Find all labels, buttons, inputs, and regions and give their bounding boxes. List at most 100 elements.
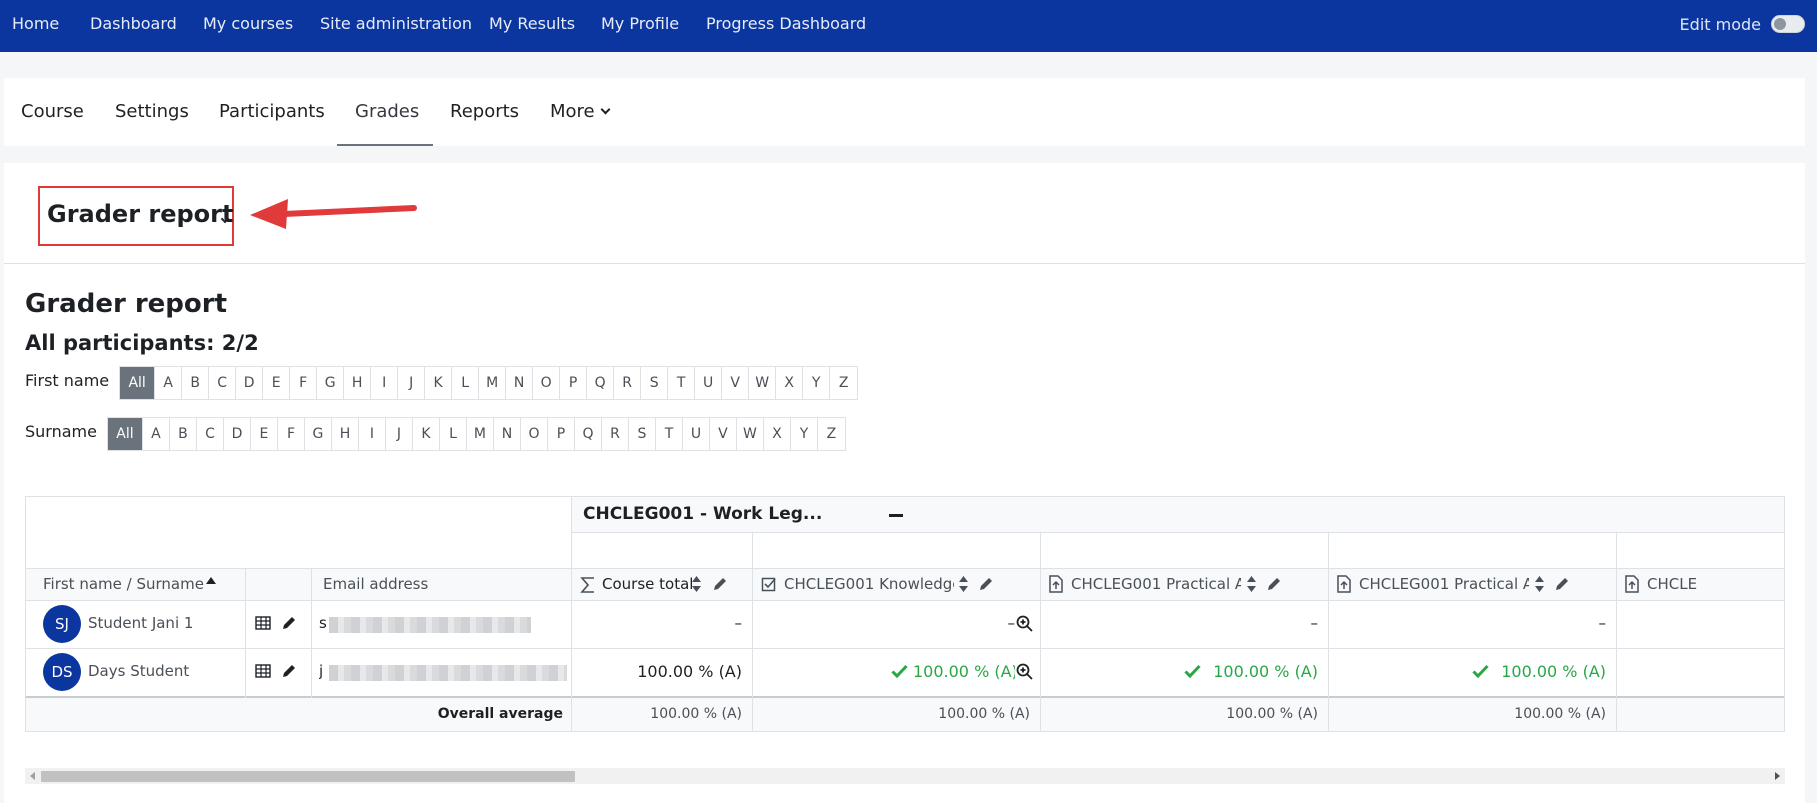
firstname-filter-s[interactable]: S	[641, 367, 669, 399]
nav-home[interactable]: Home	[12, 0, 59, 48]
grade-practical-2[interactable]: 100.00 % (A)	[1494, 662, 1606, 681]
firstname-filter-u[interactable]: U	[695, 367, 723, 399]
surname-filter-y[interactable]: Y	[791, 418, 818, 450]
surname-filter-u[interactable]: U	[683, 418, 710, 450]
firstname-filter-c[interactable]: C	[209, 367, 237, 399]
edit-icon[interactable]	[281, 615, 297, 631]
surname-filter-v[interactable]: V	[710, 418, 737, 450]
firstname-filter-e[interactable]: E	[263, 367, 291, 399]
avatar[interactable]: DS	[43, 653, 81, 691]
firstname-filter-x[interactable]: X	[776, 367, 804, 399]
sort-icon[interactable]	[691, 575, 702, 593]
grade-practical-2[interactable]: –	[1328, 614, 1607, 632]
edit-icon[interactable]	[978, 576, 994, 592]
zoom-in-icon[interactable]	[1016, 615, 1033, 632]
grade-course-total[interactable]: –	[571, 614, 743, 632]
grade-knowledge[interactable]: –	[752, 614, 1016, 632]
column-header-email[interactable]: Email address	[323, 575, 428, 593]
firstname-filter-r[interactable]: R	[614, 367, 642, 399]
nav-my-courses[interactable]: My courses	[203, 0, 293, 48]
sort-icon[interactable]	[1534, 575, 1545, 593]
firstname-filter-p[interactable]: P	[560, 367, 588, 399]
column-header-name[interactable]: First name / Surname	[43, 575, 204, 593]
column-header-practical-2[interactable]: CHCLEG001 Practical Ass...	[1359, 575, 1529, 593]
nav-site-administration[interactable]: Site administration	[320, 0, 472, 48]
surname-filter-x[interactable]: X	[764, 418, 791, 450]
surname-filter-t[interactable]: T	[656, 418, 683, 450]
surname-filter-l[interactable]: L	[440, 418, 467, 450]
sort-icon[interactable]	[958, 575, 969, 593]
firstname-filter-o[interactable]: O	[533, 367, 561, 399]
firstname-filter-l[interactable]: L	[452, 367, 480, 399]
surname-filter-c[interactable]: C	[197, 418, 224, 450]
nav-my-profile[interactable]: My Profile	[601, 0, 679, 48]
avatar[interactable]: SJ	[43, 605, 81, 643]
surname-filter-w[interactable]: W	[737, 418, 764, 450]
firstname-filter-w[interactable]: W	[749, 367, 777, 399]
surname-filter-n[interactable]: N	[494, 418, 521, 450]
surname-filter-s[interactable]: S	[629, 418, 656, 450]
column-header-knowledge[interactable]: CHCLEG001 Knowledge A...	[784, 575, 954, 593]
firstname-filter-h[interactable]: H	[344, 367, 372, 399]
firstname-filter-v[interactable]: V	[722, 367, 750, 399]
firstname-filter-f[interactable]: F	[290, 367, 318, 399]
table-icon[interactable]	[255, 616, 271, 630]
firstname-filter-i[interactable]: I	[371, 367, 399, 399]
surname-filter-all[interactable]: All	[107, 418, 143, 450]
column-header-practical-1[interactable]: CHCLEG001 Practical Ass...	[1071, 575, 1241, 593]
column-header-truncated[interactable]: CHCLE	[1647, 575, 1697, 593]
tab-grades[interactable]: Grades	[337, 78, 433, 146]
surname-filter-i[interactable]: I	[359, 418, 386, 450]
surname-filter-m[interactable]: M	[467, 418, 494, 450]
surname-filter-r[interactable]: R	[602, 418, 629, 450]
grade-practical-1[interactable]: –	[1040, 614, 1319, 632]
edit-mode-toggle[interactable]	[1771, 15, 1805, 33]
nav-dashboard[interactable]: Dashboard	[90, 0, 177, 48]
nav-progress-dashboard[interactable]: Progress Dashboard	[706, 0, 866, 48]
firstname-filter-j[interactable]: J	[398, 367, 426, 399]
surname-filter-z[interactable]: Z	[818, 418, 845, 450]
surname-filter-f[interactable]: F	[278, 418, 305, 450]
grade-knowledge[interactable]: 100.00 % (A)	[913, 662, 1015, 681]
surname-filter-a[interactable]: A	[143, 418, 170, 450]
sort-asc-icon[interactable]	[206, 577, 216, 585]
tab-participants[interactable]: Participants	[219, 78, 325, 146]
grade-practical-1[interactable]: 100.00 % (A)	[1206, 662, 1318, 681]
edit-icon[interactable]	[712, 576, 728, 592]
firstname-filter-d[interactable]: D	[236, 367, 264, 399]
firstname-filter-n[interactable]: N	[506, 367, 534, 399]
firstname-filter-g[interactable]: G	[317, 367, 345, 399]
grade-course-total[interactable]: 100.00 % (A)	[571, 662, 742, 681]
student-name[interactable]: Student Jani 1	[88, 614, 193, 632]
nav-my-results[interactable]: My Results	[489, 0, 575, 48]
report-selector-dropdown[interactable]: Grader report	[38, 186, 234, 246]
tab-more[interactable]: More	[550, 78, 611, 146]
surname-filter-e[interactable]: E	[251, 418, 278, 450]
surname-filter-h[interactable]: H	[332, 418, 359, 450]
surname-filter-q[interactable]: Q	[575, 418, 602, 450]
zoom-in-icon[interactable]	[1016, 663, 1033, 680]
scroll-right-arrow[interactable]	[1775, 772, 1780, 780]
edit-icon[interactable]	[281, 663, 297, 679]
firstname-filter-b[interactable]: B	[182, 367, 210, 399]
tab-course[interactable]: Course	[21, 78, 84, 146]
edit-mode-control[interactable]: Edit mode	[1680, 10, 1805, 38]
surname-filter-k[interactable]: K	[413, 418, 440, 450]
surname-filter-g[interactable]: G	[305, 418, 332, 450]
sort-icon[interactable]	[1246, 575, 1257, 593]
surname-filter-j[interactable]: J	[386, 418, 413, 450]
collapse-icon[interactable]	[889, 514, 903, 517]
column-header-course-total[interactable]: Course total	[602, 575, 693, 593]
firstname-filter-all[interactable]: All	[120, 367, 156, 399]
scroll-left-arrow[interactable]	[30, 772, 35, 780]
firstname-filter-z[interactable]: Z	[830, 367, 857, 399]
firstname-filter-k[interactable]: K	[425, 367, 453, 399]
edit-icon[interactable]	[1266, 576, 1282, 592]
firstname-filter-m[interactable]: M	[479, 367, 507, 399]
firstname-filter-a[interactable]: A	[155, 367, 183, 399]
firstname-filter-q[interactable]: Q	[587, 367, 615, 399]
firstname-filter-y[interactable]: Y	[803, 367, 831, 399]
surname-filter-d[interactable]: D	[224, 418, 251, 450]
scrollbar-thumb[interactable]	[41, 771, 575, 782]
student-name[interactable]: Days Student	[88, 662, 189, 680]
